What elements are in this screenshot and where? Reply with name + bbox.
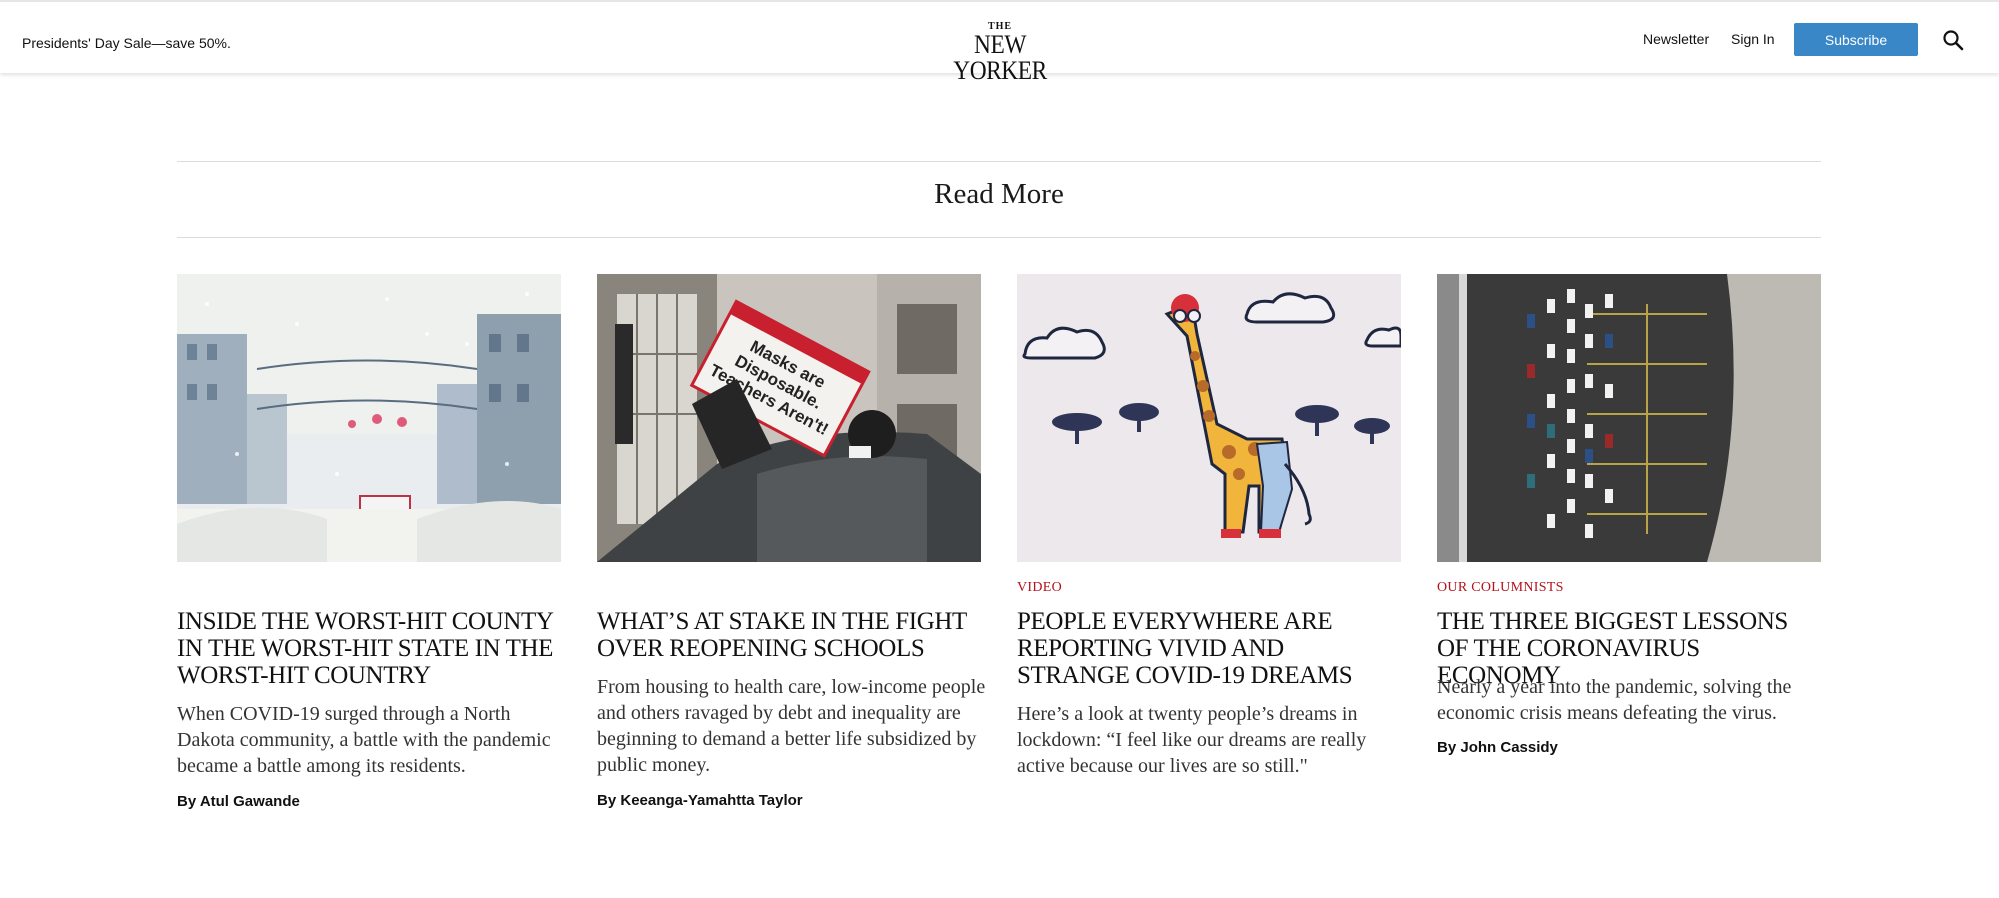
search-icon[interactable] [1942, 29, 1964, 51]
byline-prefix: By [177, 793, 197, 810]
story-dek: When COVID-19 surged through a North Dak… [177, 703, 551, 777]
site-header: Presidents' Day Sale—save 50%. THE NEW Y… [0, 0, 1999, 84]
story-card: Masks are Disposable. Teachers Aren't! W… [597, 274, 985, 809]
story-dek: From housing to health care, low-income … [597, 676, 986, 776]
story-headline[interactable]: What’s at Stake in the Fight Over Reopen… [597, 608, 981, 662]
story-byline: By John Cassidy [1437, 739, 1558, 756]
story-rubric[interactable]: Our Columnists [1437, 580, 1564, 596]
story-image-giraffe-illustration[interactable] [1017, 274, 1401, 562]
story-card: Video People Everywhere Are Reporting Vi… [1017, 274, 1401, 777]
divider-bottom [177, 237, 1821, 238]
divider-top [177, 161, 1821, 162]
story-dek: Here’s a look at twenty people’s dreams … [1017, 703, 1367, 777]
story-card: Our Columnists The Three Biggest Lessons… [1437, 274, 1821, 756]
story-headline[interactable]: Inside the Worst-Hit County in the Worst… [177, 608, 561, 689]
author-link[interactable]: Atul Gawande [200, 793, 300, 810]
story-dek: Nearly a year into the pandemic, solving… [1437, 676, 1792, 724]
author-link[interactable]: John Cassidy [1460, 739, 1558, 756]
story-rubric[interactable]: Video [1017, 580, 1062, 596]
subscribe-button[interactable]: Subscribe [1794, 23, 1918, 56]
story-byline: By Atul Gawande [177, 793, 300, 810]
section-title: Read More [934, 178, 1064, 210]
newsletter-link[interactable]: Newsletter [1643, 31, 1709, 47]
story-image-protest-sign[interactable]: Masks are Disposable. Teachers Aren't! [597, 274, 981, 562]
promo-banner[interactable]: Presidents' Day Sale—save 50%. [22, 35, 231, 51]
byline-prefix: By [1437, 739, 1457, 756]
byline-prefix: By [597, 792, 617, 809]
sign-in-link[interactable]: Sign In [1731, 31, 1775, 47]
story-headline[interactable]: People Everywhere Are Reporting Vivid an… [1017, 608, 1401, 689]
story-image-parking-lot-aerial[interactable] [1437, 274, 1821, 562]
site-logo[interactable]: THE NEW YORKER [930, 22, 1070, 84]
story-byline: By Keeanga-Yamahtta Taylor [597, 792, 803, 809]
author-link[interactable]: Keeanga-Yamahtta Taylor [620, 792, 802, 809]
story-image-snowy-street[interactable] [177, 274, 561, 562]
logo-name: NEW YORKER [953, 30, 1047, 85]
story-card: Inside the Worst-Hit County in the Worst… [177, 274, 561, 810]
